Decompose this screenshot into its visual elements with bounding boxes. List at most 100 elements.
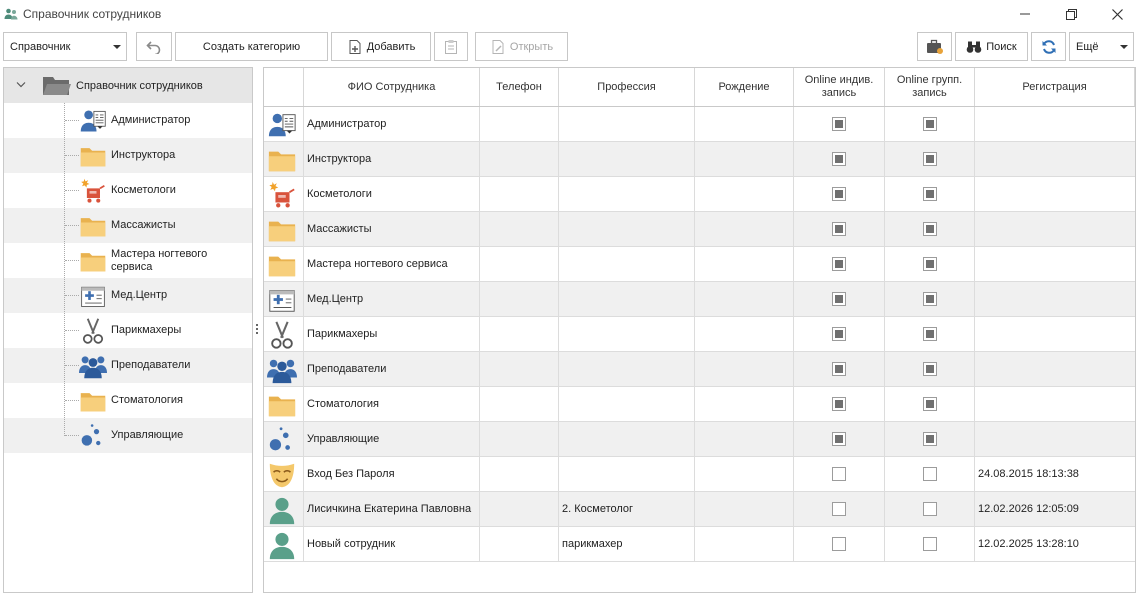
online-indiv-checkbox[interactable] bbox=[832, 117, 846, 131]
delete-button[interactable] bbox=[434, 32, 468, 61]
table-row[interactable]: Новый сотрудник парикмахер 12.02.2025 13:2… bbox=[264, 527, 1135, 562]
profession-cell[interactable] bbox=[559, 457, 695, 491]
name-cell[interactable]: Управляющие bbox=[304, 422, 480, 456]
phone-cell[interactable] bbox=[480, 457, 559, 491]
search-button[interactable]: Поиск bbox=[955, 32, 1028, 61]
table-row[interactable]: Косметологи bbox=[264, 177, 1135, 212]
column-header[interactable]: ФИО Сотрудника bbox=[304, 68, 480, 106]
phone-cell[interactable] bbox=[480, 212, 559, 246]
online-group-checkbox[interactable] bbox=[922, 432, 937, 446]
profession-cell[interactable] bbox=[559, 352, 695, 386]
phone-cell[interactable] bbox=[480, 527, 559, 561]
registration-cell[interactable] bbox=[975, 317, 1135, 351]
name-cell[interactable]: Мед.Центр bbox=[304, 282, 480, 316]
table-row[interactable]: Лисичкина Екатерина Павловна 2. Косметоло… bbox=[264, 492, 1135, 527]
online-indiv-checkbox[interactable] bbox=[832, 187, 846, 201]
online-indiv-checkbox[interactable] bbox=[832, 152, 846, 166]
column-header[interactable]: Профессия bbox=[559, 68, 695, 106]
refresh-button[interactable] bbox=[1031, 32, 1066, 61]
column-header[interactable]: Рождение bbox=[695, 68, 794, 106]
registration-cell[interactable]: 12.02.2025 13:28:10 bbox=[975, 527, 1135, 561]
open-button[interactable]: Открыть bbox=[475, 32, 568, 61]
undo-button[interactable] bbox=[136, 32, 172, 61]
name-cell[interactable]: Вход Без Пароля bbox=[304, 457, 480, 491]
phone-cell[interactable] bbox=[480, 282, 559, 316]
birth-cell[interactable] bbox=[695, 247, 794, 281]
online-indiv-checkbox[interactable] bbox=[832, 502, 846, 516]
name-cell[interactable]: Мастера ногтевого сервиса bbox=[304, 247, 480, 281]
online-indiv-checkbox[interactable] bbox=[832, 222, 846, 236]
registration-cell[interactable] bbox=[975, 282, 1135, 316]
tree-root[interactable]: Справочник сотрудников bbox=[4, 68, 252, 103]
create-category-button[interactable]: Создать категорию bbox=[175, 32, 328, 61]
phone-cell[interactable] bbox=[480, 492, 559, 526]
online-indiv-checkbox[interactable] bbox=[832, 327, 846, 341]
chevron-down-icon[interactable] bbox=[16, 81, 26, 89]
birth-cell[interactable] bbox=[695, 142, 794, 176]
tree-item[interactable]: Косметологи bbox=[4, 173, 252, 208]
more-dropdown[interactable]: Ещё bbox=[1069, 32, 1134, 61]
name-cell[interactable]: Администратор bbox=[304, 107, 480, 141]
online-group-checkbox[interactable] bbox=[922, 257, 937, 271]
online-group-checkbox[interactable] bbox=[922, 467, 937, 481]
online-group-checkbox[interactable] bbox=[922, 222, 937, 236]
online-indiv-checkbox[interactable] bbox=[832, 432, 846, 446]
profession-cell[interactable] bbox=[559, 247, 695, 281]
birth-cell[interactable] bbox=[695, 352, 794, 386]
phone-cell[interactable] bbox=[480, 317, 559, 351]
name-cell[interactable]: Косметологи bbox=[304, 177, 480, 211]
tree-item[interactable]: Управляющие bbox=[4, 418, 252, 453]
name-cell[interactable]: Парикмахеры bbox=[304, 317, 480, 351]
registration-cell[interactable] bbox=[975, 142, 1135, 176]
birth-cell[interactable] bbox=[695, 457, 794, 491]
table-row[interactable]: Мед.Центр bbox=[264, 282, 1135, 317]
phone-cell[interactable] bbox=[480, 422, 559, 456]
tree-item[interactable]: Инструктора bbox=[4, 138, 252, 173]
add-button[interactable]: Добавить bbox=[331, 32, 431, 61]
online-indiv-checkbox[interactable] bbox=[832, 257, 846, 271]
table-row[interactable]: Управляющие bbox=[264, 422, 1135, 457]
birth-cell[interactable] bbox=[695, 387, 794, 421]
online-indiv-checkbox[interactable] bbox=[832, 362, 846, 376]
birth-cell[interactable] bbox=[695, 492, 794, 526]
tree-item[interactable]: Мед.Центр bbox=[4, 278, 252, 313]
table-row[interactable]: Вход Без Пароля 24.08.2015 18:13:38 bbox=[264, 457, 1135, 492]
name-cell[interactable]: Преподаватели bbox=[304, 352, 480, 386]
tree-item[interactable]: Преподаватели bbox=[4, 348, 252, 383]
tree-item[interactable]: Мастера ногтевого сервиса bbox=[4, 243, 252, 278]
registration-cell[interactable] bbox=[975, 212, 1135, 246]
registration-cell[interactable] bbox=[975, 247, 1135, 281]
splitter-handle[interactable] bbox=[256, 324, 259, 336]
online-group-checkbox[interactable] bbox=[922, 362, 937, 376]
table-row[interactable]: Парикмахеры bbox=[264, 317, 1135, 352]
phone-cell[interactable] bbox=[480, 247, 559, 281]
column-header[interactable]: Регистрация bbox=[975, 68, 1135, 106]
tree-item[interactable]: Парикмахеры bbox=[4, 313, 252, 348]
registration-cell[interactable]: 24.08.2015 18:13:38 bbox=[975, 457, 1135, 491]
registration-cell[interactable] bbox=[975, 107, 1135, 141]
name-cell[interactable]: Лисичкина Екатерина Павловна bbox=[304, 492, 480, 526]
registration-cell[interactable] bbox=[975, 177, 1135, 211]
registration-cell[interactable] bbox=[975, 387, 1135, 421]
briefcase-button[interactable] bbox=[917, 32, 952, 61]
profession-cell[interactable] bbox=[559, 107, 695, 141]
name-cell[interactable]: Стоматология bbox=[304, 387, 480, 421]
table-row[interactable]: Инструктора bbox=[264, 142, 1135, 177]
registration-cell[interactable] bbox=[975, 422, 1135, 456]
directory-combo[interactable]: Справочник bbox=[3, 32, 127, 61]
online-group-checkbox[interactable] bbox=[922, 397, 937, 411]
phone-cell[interactable] bbox=[480, 387, 559, 421]
name-cell[interactable]: Инструктора bbox=[304, 142, 480, 176]
phone-cell[interactable] bbox=[480, 107, 559, 141]
birth-cell[interactable] bbox=[695, 527, 794, 561]
profession-cell[interactable]: парикмахер bbox=[559, 527, 695, 561]
registration-cell[interactable]: 12.02.2026 12:05:09 bbox=[975, 492, 1135, 526]
close-button[interactable] bbox=[1094, 0, 1139, 28]
birth-cell[interactable] bbox=[695, 317, 794, 351]
online-group-checkbox[interactable] bbox=[922, 502, 937, 516]
phone-cell[interactable] bbox=[480, 142, 559, 176]
tree-item[interactable]: Администратор bbox=[4, 103, 252, 138]
profession-cell[interactable] bbox=[559, 212, 695, 246]
phone-cell[interactable] bbox=[480, 177, 559, 211]
birth-cell[interactable] bbox=[695, 422, 794, 456]
